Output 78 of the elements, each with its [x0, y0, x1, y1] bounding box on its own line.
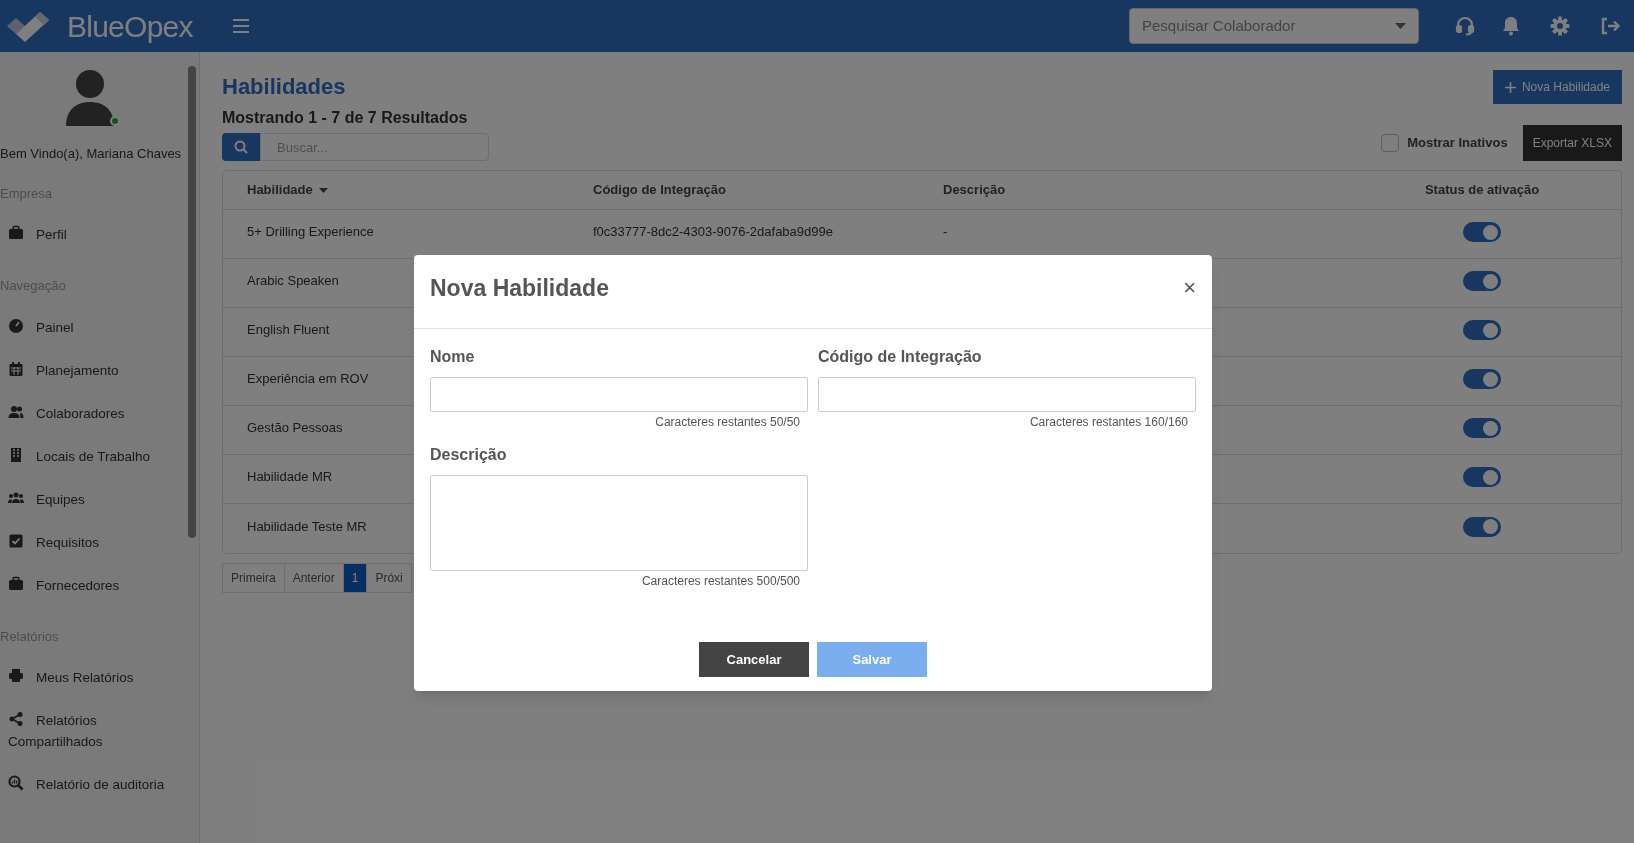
pagination-link[interactable]: Anterior [284, 563, 344, 593]
toggle-switch[interactable] [1463, 271, 1501, 291]
cancel-button[interactable]: Cancelar [699, 642, 809, 677]
character-counter: Caracteres restantes 50/50 [655, 414, 800, 431]
table-cell: - [943, 224, 948, 240]
sidebar-item[interactable]: Relatório de auditoria [0, 763, 172, 806]
toggle-switch[interactable] [1463, 320, 1501, 340]
sidebar-item[interactable]: Painel [0, 305, 172, 349]
description-field[interactable] [430, 475, 808, 571]
save-button[interactable]: Salvar [817, 642, 927, 677]
toggle-switch[interactable] [1463, 369, 1501, 389]
table-cell: Experiência em ROV [247, 371, 369, 387]
sidebar-item[interactable]: Perfil [0, 213, 172, 256]
field-label: Nome [430, 347, 476, 367]
sidebar-item[interactable]: Fornecedores [0, 563, 172, 607]
table-cell: Arabic Speaken [247, 273, 339, 289]
search-button[interactable] [222, 133, 260, 161]
sidebar-item[interactable]: Requisitos [0, 520, 172, 564]
magnifier-icon [8, 775, 24, 791]
sidebar-item[interactable]: Equipes [0, 477, 172, 521]
briefcase-icon [8, 575, 24, 592]
plus-icon [1504, 81, 1516, 93]
calendar-icon [8, 360, 24, 377]
welcome-text: Bem Vindo(a), Mariana Chaves [0, 145, 183, 163]
field-label: Código de Integração [818, 347, 983, 367]
collaborator-search-select[interactable]: Pesquisar Colaborador [1129, 8, 1419, 44]
input-field[interactable] [430, 377, 808, 412]
column-header[interactable]: Código de Integração [593, 180, 726, 200]
logout-icon[interactable] [1600, 17, 1620, 35]
sidebar-item[interactable]: Locais de Trabalho [0, 434, 172, 478]
menu-icon[interactable] [232, 19, 249, 33]
logo-text: BlueOpex [67, 8, 193, 45]
scrollbar[interactable] [188, 66, 196, 538]
checkbox-label: Mostrar Inativos [1407, 134, 1508, 153]
column-header[interactable]: Status de ativação [1424, 180, 1540, 200]
column-header[interactable]: Habilidade [247, 180, 328, 200]
pagination-link[interactable]: Primeira [222, 563, 285, 593]
sidebar-item[interactable]: Meus Relatórios [0, 656, 172, 699]
settings-icon[interactable] [1550, 16, 1570, 36]
users-icon [8, 403, 24, 420]
toggle-switch[interactable] [1463, 516, 1501, 537]
checkbox[interactable] [1381, 134, 1400, 152]
toggle-switch[interactable] [1463, 467, 1501, 487]
gauge-icon [8, 317, 24, 334]
table-cell: Habilidade Teste MR [247, 518, 367, 534]
search-icon [234, 140, 248, 154]
checkbox-icon [8, 532, 24, 549]
caret-icon [1395, 23, 1406, 29]
briefcase-icon [8, 225, 24, 241]
column-header[interactable]: Descrição [943, 180, 1006, 200]
modal-title: Nova Habilidade [430, 274, 609, 303]
share-icon [8, 711, 24, 727]
close-button[interactable]: × [1183, 277, 1196, 299]
sidebar-item[interactable]: Colaboradores [0, 391, 172, 435]
pagination-link[interactable]: 1 [343, 563, 368, 593]
notification-bell-icon[interactable] [1502, 16, 1520, 36]
printer-icon [8, 668, 24, 684]
field-label: Descrição [430, 445, 508, 465]
export-button[interactable]: Exportar XLSX [1522, 125, 1622, 161]
toggle-switch[interactable] [1463, 418, 1501, 438]
new-skill-button[interactable]: Nova Habilidade [1492, 70, 1622, 104]
sidebar-item[interactable]: Planejamento [0, 348, 172, 392]
toggle-switch[interactable] [1463, 222, 1501, 242]
pagination-link[interactable]: Próxi [367, 563, 412, 593]
table-cell: f0c33777-8dc2-4303-9076-2dafaba9d99e [593, 224, 833, 240]
character-counter: Caracteres restantes 160/160 [1029, 414, 1188, 431]
headset-icon[interactable] [1455, 16, 1475, 36]
table-cell: Habilidade MR [247, 469, 333, 485]
character-counter: Caracteres restantes 500/500 [641, 573, 800, 590]
table-cell: Gestão Pessoas [247, 420, 343, 436]
page-title: Habilidades [222, 72, 346, 101]
input-field[interactable] [818, 377, 1196, 412]
building-icon [8, 446, 24, 463]
sidebar-item[interactable]: Relatórios Compartilhados [0, 699, 172, 763]
table-cell: English Fluent [247, 322, 330, 338]
results-count: Mostrando 1 - 7 de 7 Resultados [222, 108, 469, 128]
sort-caret-icon [318, 187, 328, 193]
table-cell: 5+ Drilling Experience [247, 224, 374, 240]
